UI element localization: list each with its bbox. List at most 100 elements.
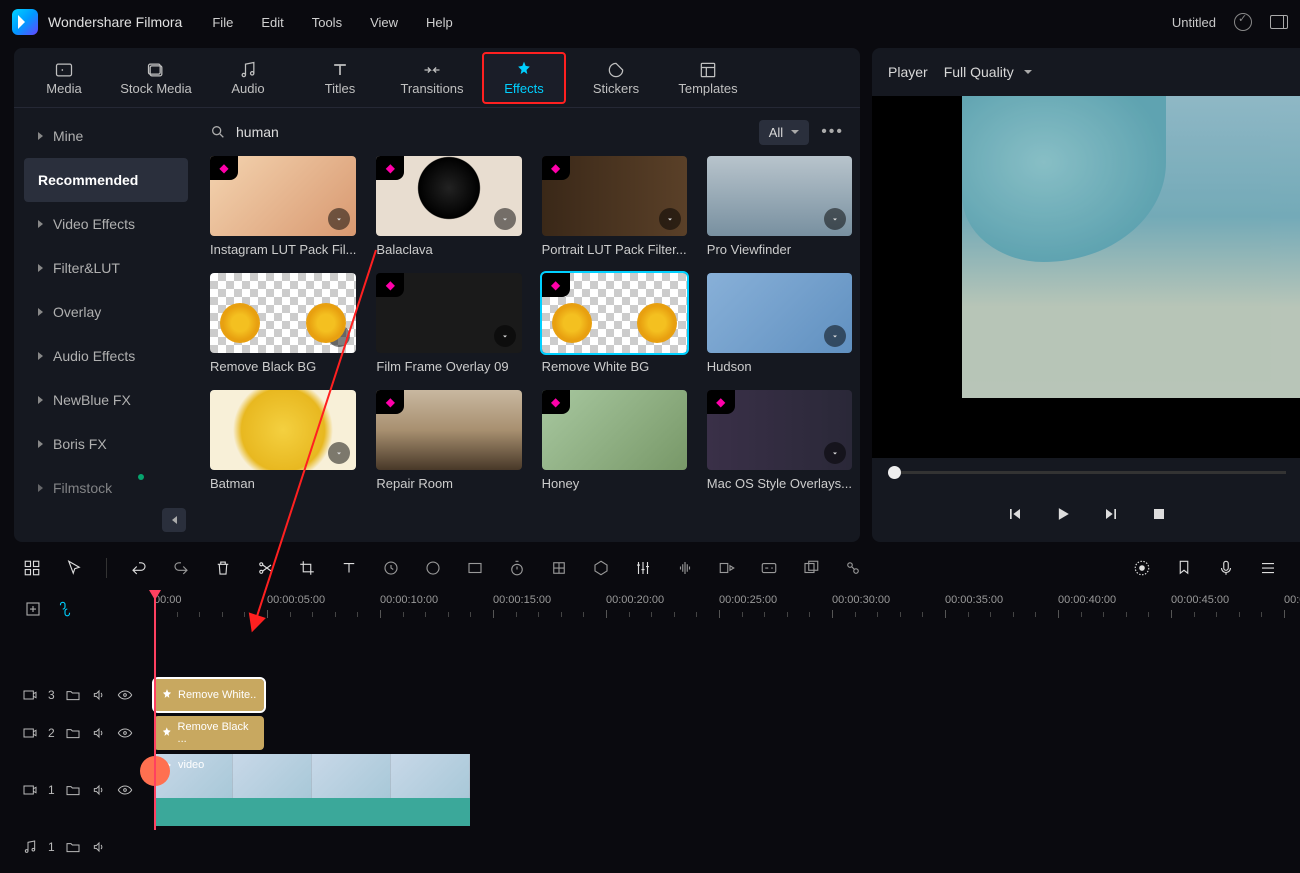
download-icon[interactable]	[494, 325, 516, 347]
sidebar-item-recommended[interactable]: Recommended	[24, 158, 188, 202]
subtitle-icon[interactable]	[759, 558, 779, 578]
stop-icon[interactable]	[1149, 504, 1169, 524]
tab-media[interactable]: Media	[22, 52, 106, 104]
timeline: 00:0000:00:05:0000:00:10:0000:00:15:0000…	[0, 590, 1300, 866]
mute-icon[interactable]	[91, 839, 107, 855]
effect-card[interactable]: Balaclava	[376, 156, 521, 257]
sidebar-item-filter-lut[interactable]: Filter&LUT	[24, 246, 188, 290]
effect-card[interactable]: Film Frame Overlay 09	[376, 273, 521, 374]
export-frame-icon[interactable]	[801, 558, 821, 578]
time-tick: 00:00:35:00	[945, 594, 1003, 606]
download-icon[interactable]	[659, 208, 681, 230]
download-icon[interactable]	[824, 208, 846, 230]
effect-card[interactable]: Remove White BG	[542, 273, 687, 374]
mixer-icon[interactable]	[1258, 558, 1278, 578]
sidebar-item-audio-effects[interactable]: Audio Effects	[24, 334, 188, 378]
color-icon[interactable]	[423, 558, 443, 578]
folder-icon[interactable]	[65, 839, 81, 855]
sidebar-item-filmstock[interactable]: Filmstock	[24, 466, 188, 510]
add-track-icon[interactable]	[22, 558, 42, 578]
folder-icon[interactable]	[65, 782, 81, 798]
download-icon[interactable]	[328, 442, 350, 464]
tl-link-icon[interactable]	[56, 600, 74, 618]
duration-icon[interactable]	[507, 558, 527, 578]
mute-icon[interactable]	[91, 725, 107, 741]
tl-add-icon[interactable]	[24, 600, 42, 618]
render-icon[interactable]	[1132, 558, 1152, 578]
playhead[interactable]	[154, 590, 156, 830]
menu-file[interactable]: File	[212, 15, 233, 30]
clip-remove-black[interactable]: Remove Black ...	[154, 716, 264, 750]
next-frame-icon[interactable]	[1101, 504, 1121, 524]
tab-templates[interactable]: Templates	[666, 52, 750, 104]
filter-dropdown[interactable]: All	[759, 120, 809, 145]
adjust-icon[interactable]	[633, 558, 653, 578]
menu-help[interactable]: Help	[426, 15, 453, 30]
selection-tool-icon[interactable]	[64, 558, 84, 578]
effect-card[interactable]: Mac OS Style Overlays...	[707, 390, 852, 491]
tab-titles[interactable]: Titles	[298, 52, 382, 104]
folder-icon[interactable]	[65, 725, 81, 741]
audio-icon[interactable]	[675, 558, 695, 578]
effect-card[interactable]: Batman	[210, 390, 356, 491]
collapse-sidebar-button[interactable]	[162, 508, 186, 532]
crop-icon[interactable]	[297, 558, 317, 578]
effect-card[interactable]: Hudson	[707, 273, 852, 374]
mute-icon[interactable]	[91, 782, 107, 798]
menu-tools[interactable]: Tools	[312, 15, 342, 30]
more-options-icon[interactable]: •••	[821, 123, 844, 141]
mute-icon[interactable]	[91, 687, 107, 703]
sidebar-item-overlay[interactable]: Overlay	[24, 290, 188, 334]
premium-gem-icon	[210, 156, 238, 180]
visibility-icon[interactable]	[117, 687, 133, 703]
player-scrubber[interactable]	[888, 471, 1286, 474]
effect-card[interactable]: Honey	[542, 390, 687, 491]
menu-view[interactable]: View	[370, 15, 398, 30]
effect-card[interactable]: Repair Room	[376, 390, 521, 491]
green-screen-icon[interactable]	[465, 558, 485, 578]
menu-edit[interactable]: Edit	[261, 15, 283, 30]
motion-icon[interactable]	[843, 558, 863, 578]
effect-card[interactable]: Pro Viewfinder	[707, 156, 852, 257]
sync-status-icon[interactable]	[1234, 13, 1252, 31]
effect-card[interactable]: Portrait LUT Pack Filter...	[542, 156, 687, 257]
visibility-icon[interactable]	[117, 782, 133, 798]
split-icon[interactable]	[255, 558, 275, 578]
folder-icon[interactable]	[65, 687, 81, 703]
quality-dropdown[interactable]: Full Quality	[944, 64, 1032, 80]
detach-audio-icon[interactable]	[717, 558, 737, 578]
visibility-icon[interactable]	[117, 725, 133, 741]
tab-audio[interactable]: Audio	[206, 52, 290, 104]
keyframe-icon[interactable]	[549, 558, 569, 578]
undo-icon[interactable]	[129, 558, 149, 578]
tab-transitions[interactable]: Transitions	[390, 52, 474, 104]
speed-icon[interactable]	[381, 558, 401, 578]
tab-stock-media[interactable]: Stock Media	[114, 52, 198, 104]
player-preview[interactable]	[872, 96, 1300, 458]
clip-video[interactable]: video	[154, 754, 470, 826]
marker-icon[interactable]	[1174, 558, 1194, 578]
download-icon[interactable]	[494, 208, 516, 230]
effect-card[interactable]: Instagram LUT Pack Fil...	[210, 156, 356, 257]
layout-icon[interactable]	[1270, 15, 1288, 29]
text-icon[interactable]	[339, 558, 359, 578]
download-icon[interactable]	[328, 208, 350, 230]
delete-icon[interactable]	[213, 558, 233, 578]
time-ruler[interactable]: 00:0000:00:05:0000:00:10:0000:00:15:0000…	[154, 590, 1300, 628]
sidebar-item-mine[interactable]: Mine	[24, 114, 188, 158]
sidebar-item-video-effects[interactable]: Video Effects	[24, 202, 188, 246]
download-icon[interactable]	[824, 442, 846, 464]
play-icon[interactable]	[1053, 504, 1073, 524]
sidebar-item-newblue[interactable]: NewBlue FX	[24, 378, 188, 422]
search-input[interactable]	[236, 124, 747, 140]
tab-stickers[interactable]: Stickers	[574, 52, 658, 104]
tab-effects[interactable]: Effects	[482, 52, 566, 104]
redo-icon[interactable]	[171, 558, 191, 578]
download-icon[interactable]	[824, 325, 846, 347]
effect-card[interactable]: Remove Black BG	[210, 273, 356, 374]
sidebar-item-boris[interactable]: Boris FX	[24, 422, 188, 466]
clip-remove-white[interactable]: Remove White..	[154, 679, 264, 711]
record-vo-icon[interactable]	[1216, 558, 1236, 578]
prev-frame-icon[interactable]	[1005, 504, 1025, 524]
mask-icon[interactable]	[591, 558, 611, 578]
